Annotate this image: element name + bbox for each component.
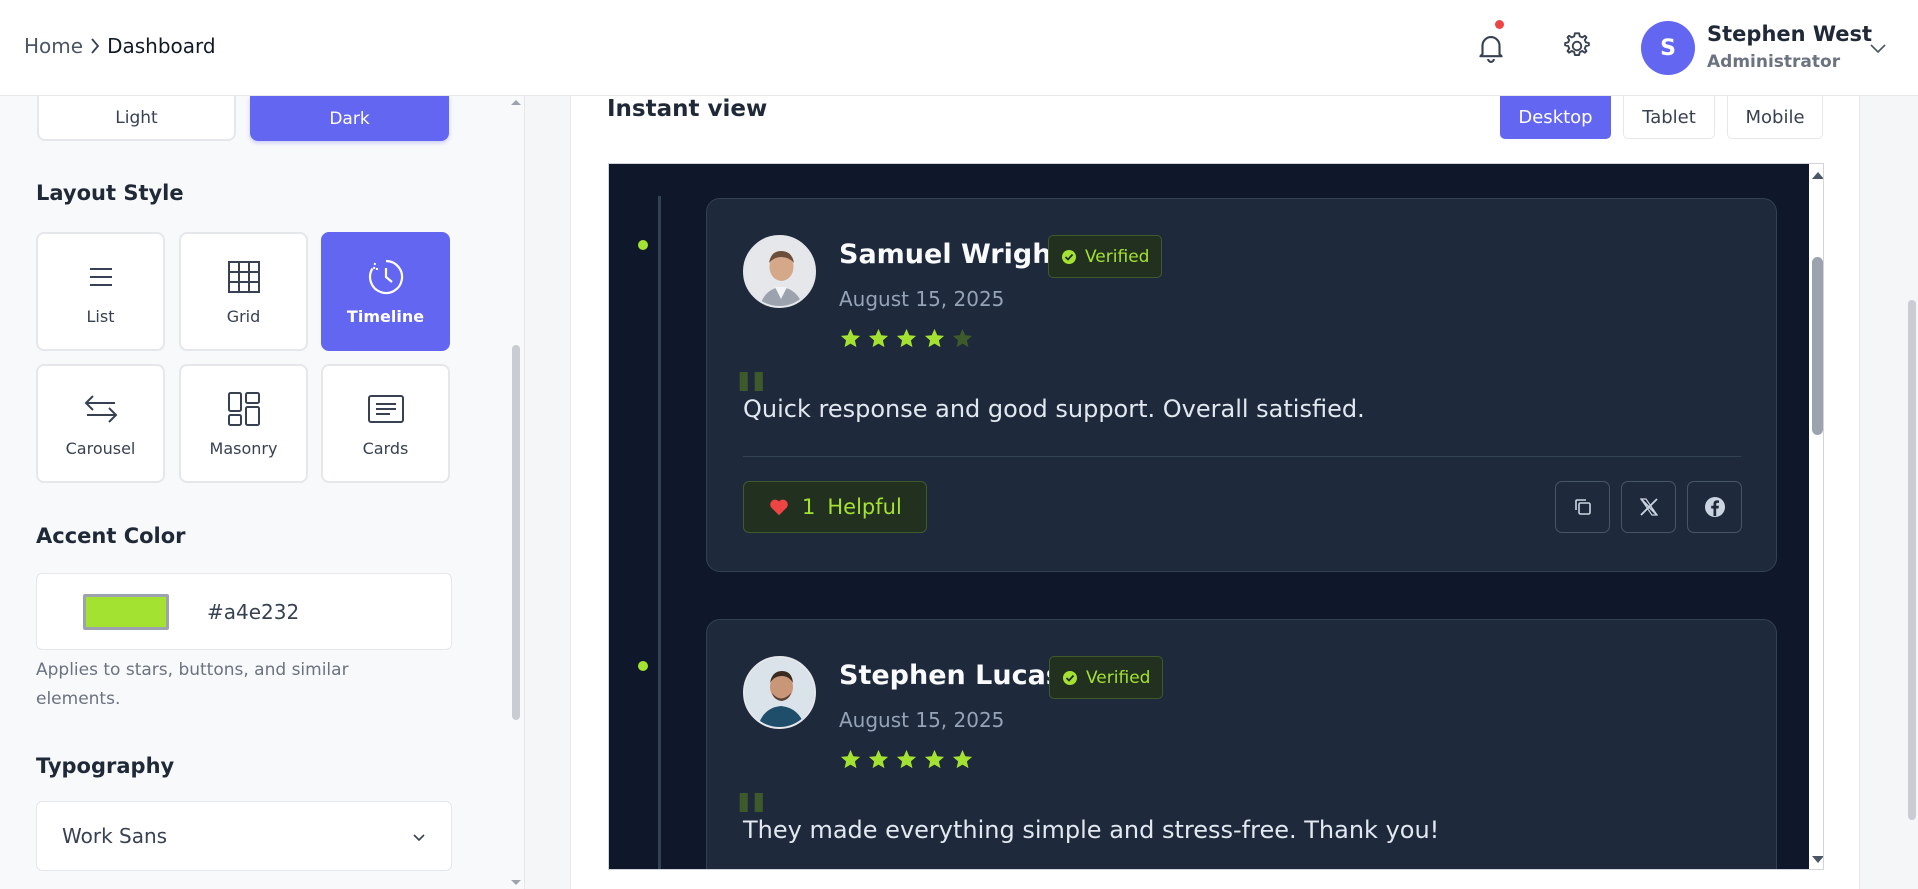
breadcrumb-home-link[interactable]: Home [24, 34, 83, 58]
facebook-icon [1704, 497, 1725, 517]
user-name[interactable]: Stephen West [1707, 22, 1872, 46]
verified-badge: Verified [1049, 656, 1164, 699]
arrows-swap-icon [84, 395, 117, 423]
layout-option-masonry[interactable]: Masonry [179, 364, 308, 483]
layout-option-cards[interactable]: Cards [321, 364, 450, 483]
reviewer-avatar [743, 656, 816, 729]
layout-option-grid[interactable]: Grid [179, 232, 308, 351]
preview-scrollbar-thumb[interactable] [1812, 257, 1823, 435]
user-avatar[interactable]: S [1641, 21, 1695, 75]
breadcrumb: Home Dashboard [24, 34, 216, 58]
helpful-label: Helpful [827, 495, 902, 519]
review-text: Quick response and good support. Overall… [743, 395, 1365, 423]
reviewer-name: Stephen Lucas [839, 660, 1062, 691]
list-icon [89, 268, 112, 286]
timeline-dot [638, 240, 648, 250]
copy-link-button[interactable] [1555, 481, 1610, 533]
heart-icon [770, 499, 788, 516]
layout-option-label: Timeline [346, 307, 425, 326]
review-divider [743, 456, 1741, 457]
layout-option-label: Masonry [209, 439, 278, 458]
share-facebook-button[interactable] [1687, 481, 1742, 533]
copy-icon [1574, 499, 1591, 515]
share-x-button[interactable] [1621, 481, 1676, 533]
star-icon [924, 749, 945, 769]
review-card: Stephen Lucas Verified August 15, 2025 "… [706, 619, 1777, 869]
helpful-button[interactable]: 1 Helpful [743, 481, 927, 533]
preview-panel: Instant view Desktop Tablet Mobile Samue… [570, 96, 1860, 889]
accent-color-hex[interactable]: #a4e232 [207, 600, 299, 624]
check-circle-icon [1062, 249, 1076, 264]
view-tablet-button[interactable]: Tablet [1623, 96, 1715, 139]
chevron-down-icon[interactable] [1868, 38, 1888, 58]
card-icon [367, 395, 404, 423]
helpful-count: 1 [802, 495, 816, 519]
user-role: Administrator [1707, 52, 1841, 72]
font-family-select[interactable]: Work Sans [36, 801, 452, 871]
review-card: Samuel Wright Verified August 15, 2025 "… [706, 198, 1777, 572]
bell-icon[interactable] [1474, 28, 1508, 66]
star-icon [868, 328, 889, 348]
star-icon [840, 749, 861, 769]
timeline-dot [638, 661, 648, 671]
layout-option-label: Cards [362, 439, 409, 458]
reviewer-name: Samuel Wright [839, 239, 1065, 270]
view-desktop-button[interactable]: Desktop [1500, 96, 1611, 139]
star-icon [896, 749, 917, 769]
theme-dark-button[interactable]: Dark [250, 96, 449, 141]
review-date: August 15, 2025 [839, 708, 1005, 732]
accent-color-swatch[interactable] [83, 594, 169, 630]
grid-icon [227, 261, 260, 293]
view-mobile-button[interactable]: Mobile [1727, 96, 1823, 139]
preview-title: Instant view [607, 96, 768, 122]
page-scrollbar-thumb[interactable] [1908, 300, 1916, 820]
check-circle-icon [1063, 670, 1077, 685]
chevron-right-icon [91, 38, 100, 54]
reviewer-avatar [743, 235, 816, 308]
rating-stars [839, 748, 974, 771]
chevron-down-icon [413, 834, 425, 842]
layout-style-title: Layout Style [36, 181, 184, 205]
gear-icon[interactable] [1561, 30, 1593, 62]
review-text: They made everything simple and stress-f… [743, 816, 1440, 844]
layout-option-label: List [86, 307, 115, 326]
accent-color-title: Accent Color [36, 524, 186, 548]
layout-option-carousel[interactable]: Carousel [36, 364, 165, 483]
accent-color-help: Applies to stars, buttons, and similar e… [36, 660, 349, 709]
layout-option-label: Grid [226, 307, 261, 326]
rating-stars [839, 327, 974, 350]
star-icon [840, 328, 861, 348]
layout-option-label: Carousel [65, 439, 136, 458]
star-icon [952, 749, 973, 769]
timeline-line [658, 196, 661, 869]
star-icon [896, 328, 917, 348]
x-logo-icon [1639, 498, 1658, 516]
breadcrumb-current: Dashboard [107, 34, 216, 58]
verified-label: Verified [1085, 246, 1150, 267]
preview-frame: Samuel Wright Verified August 15, 2025 "… [608, 163, 1824, 870]
top-header: Home Dashboard S Stephen West Administra… [0, 0, 1918, 96]
star-icon [924, 328, 945, 348]
masonry-icon [227, 392, 260, 426]
settings-scrollbar-thumb[interactable] [512, 345, 520, 720]
theme-light-button[interactable]: Light [37, 96, 236, 141]
verified-label: Verified [1086, 667, 1151, 688]
star-icon [868, 749, 889, 769]
layout-option-timeline[interactable]: Timeline [321, 232, 450, 351]
settings-panel: Light Dark Layout Style List Grid Timeli… [0, 96, 525, 889]
layout-option-list[interactable]: List [36, 232, 165, 351]
review-date: August 15, 2025 [839, 287, 1005, 311]
star-icon [952, 328, 973, 348]
clock-icon [368, 259, 403, 295]
verified-badge: Verified [1048, 235, 1163, 278]
accent-color-field[interactable]: #a4e232 [36, 573, 452, 650]
font-family-value: Work Sans [62, 824, 168, 848]
typography-title: Typography [36, 754, 175, 778]
notification-dot [1495, 20, 1504, 29]
